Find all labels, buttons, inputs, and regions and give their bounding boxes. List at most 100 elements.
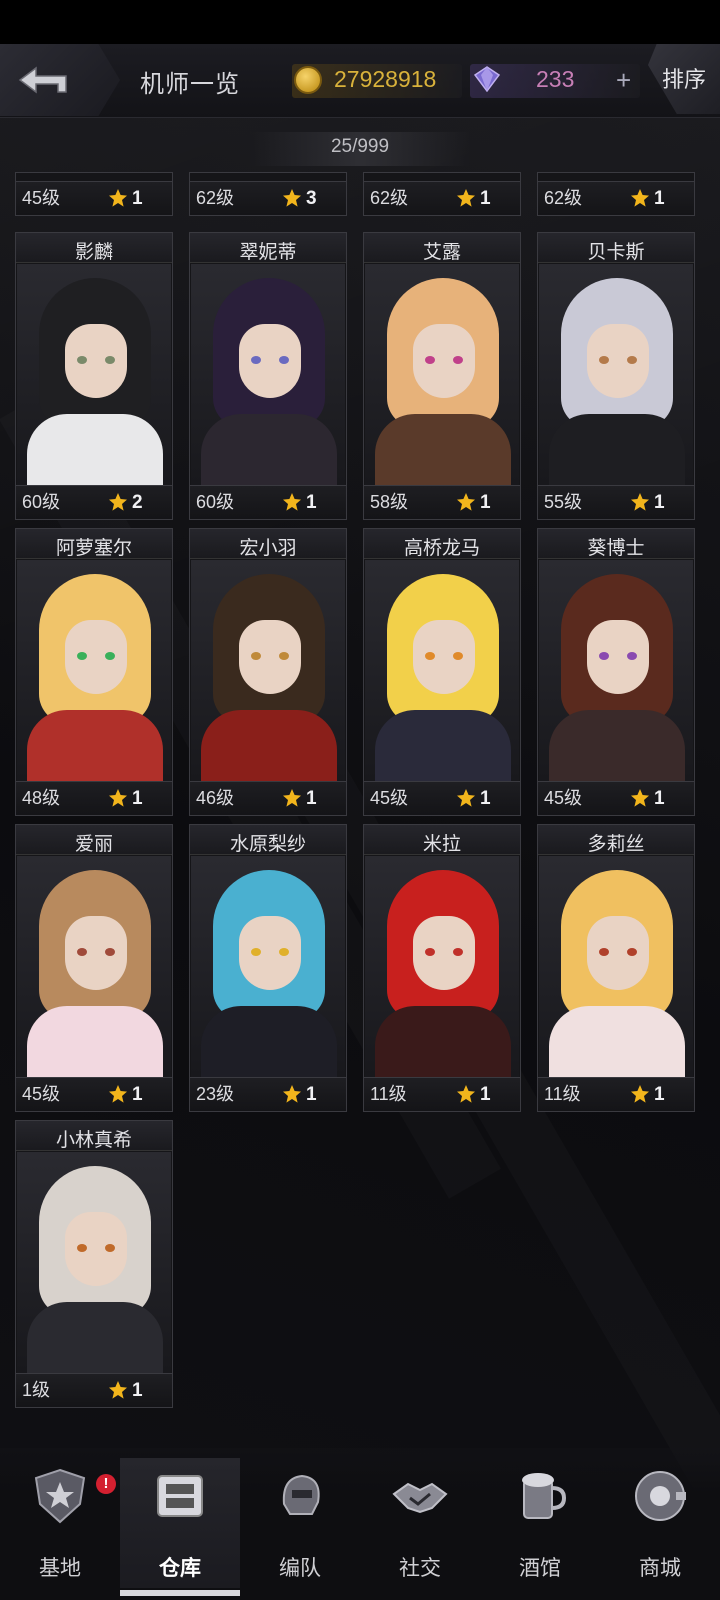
star-icon — [631, 189, 649, 207]
nav-tab-social[interactable]: 社交 — [360, 1458, 480, 1588]
pilot-stars: 1 — [480, 1084, 491, 1105]
pilot-name-bar: 宏小羽 — [190, 529, 346, 559]
pilot-stars: 1 — [132, 1084, 143, 1105]
star-icon — [109, 1085, 127, 1103]
pilot-name: 水原梨纱 — [229, 834, 306, 855]
pilot-name: 米拉 — [422, 834, 461, 855]
star-icon — [109, 1381, 127, 1399]
warehouse-icon — [148, 1464, 212, 1528]
pilot-card[interactable]: 葵博士 45级 1 — [537, 528, 695, 816]
star-icon — [109, 789, 127, 807]
pilot-card[interactable]: 阿萝塞尔 48级 1 — [15, 528, 173, 816]
nav-tab-label: 酒馆 — [519, 1557, 561, 1580]
nav-tab-label: 编队 — [279, 1557, 321, 1580]
pilot-level: 62级 — [196, 188, 235, 208]
pilot-portrait — [17, 856, 171, 1078]
pilot-card[interactable]: 爱丽 45级 1 — [15, 824, 173, 1112]
pilot-portrait — [539, 560, 693, 782]
star-icon — [283, 493, 301, 511]
pilot-level: 58级 — [370, 492, 409, 512]
pilot-name-bar: 米拉 — [364, 825, 520, 855]
star-icon — [457, 789, 475, 807]
squad-icon — [268, 1464, 332, 1528]
pilot-portrait — [365, 856, 519, 1078]
pilot-level: 48级 — [22, 788, 61, 808]
star-icon — [457, 493, 475, 511]
pilot-stars: 1 — [654, 1084, 665, 1105]
pilot-name: 爱丽 — [74, 834, 113, 855]
status-bar — [0, 0, 720, 44]
pilot-portrait — [191, 560, 345, 782]
star-icon — [631, 493, 649, 511]
star-icon — [457, 1085, 475, 1103]
star-icon — [283, 1085, 301, 1103]
roster-count: 25/999 — [330, 136, 390, 157]
social-icon — [388, 1464, 452, 1528]
star-icon — [283, 189, 301, 207]
pilot-stars: 1 — [654, 788, 665, 809]
tavern-icon — [508, 1464, 572, 1528]
pilot-portrait — [17, 264, 171, 486]
nav-tab-label: 基地 — [39, 1557, 81, 1580]
gem-icon — [474, 66, 500, 92]
nav-tab-tavern[interactable]: 酒馆 — [480, 1458, 600, 1588]
back-button[interactable] — [0, 44, 120, 116]
star-icon — [457, 189, 475, 207]
pilot-name: 小林真希 — [55, 1130, 132, 1151]
pilot-portrait — [365, 264, 519, 486]
pilot-portrait — [539, 264, 693, 486]
pilot-name: 多莉丝 — [587, 834, 645, 855]
pilot-name: 高桥龙马 — [403, 538, 480, 559]
pilot-card[interactable]: 宏小羽 46级 1 — [189, 528, 347, 816]
pilot-card[interactable]: 贝卡斯 55级 1 — [537, 232, 695, 520]
pilot-name: 葵博士 — [587, 538, 645, 559]
nav-tab-shop[interactable]: 商城 — [600, 1458, 720, 1588]
pilot-portrait — [191, 264, 345, 486]
pilot-level: 55级 — [544, 492, 583, 512]
add-gems-button[interactable]: + — [616, 66, 631, 94]
pilot-name-bar: 影麟 — [16, 233, 172, 263]
pilot-card[interactable]: 影麟 60级 2 — [15, 232, 173, 520]
notification-badge: ! — [96, 1474, 116, 1494]
pilot-name-bar: 爱丽 — [16, 825, 172, 855]
active-tab-indicator — [120, 1590, 240, 1596]
pilot-name-bar: 翠妮蒂 — [190, 233, 346, 263]
pilot-card-partial[interactable]: 62级 1 — [537, 172, 695, 216]
pilot-level: 45级 — [22, 1084, 61, 1104]
pilot-stars: 2 — [132, 492, 143, 513]
pilot-level: 60级 — [22, 492, 61, 512]
nav-tab-label: 仓库 — [159, 1557, 201, 1580]
pilot-card-partial[interactable]: 62级 3 — [189, 172, 347, 216]
pilot-name-bar: 艾露 — [364, 233, 520, 263]
sort-button-label[interactable]: 排序 — [662, 62, 706, 94]
pilot-stars: 1 — [132, 188, 143, 209]
pilot-card[interactable]: 米拉 11级 1 — [363, 824, 521, 1112]
pilot-level: 11级 — [370, 1084, 407, 1104]
pilot-name: 贝卡斯 — [587, 242, 645, 263]
nav-tab-label: 社交 — [399, 1557, 441, 1580]
nav-tab-squad[interactable]: 编队 — [240, 1458, 360, 1588]
pilot-card-partial[interactable]: 62级 1 — [363, 172, 521, 216]
pilot-level: 45级 — [544, 788, 583, 808]
nav-tab-label: 商城 — [639, 1557, 681, 1580]
nav-tab-warehouse[interactable]: 仓库 — [120, 1458, 240, 1588]
pilot-name-bar: 阿萝塞尔 — [16, 529, 172, 559]
pilot-stars: 1 — [480, 788, 491, 809]
coin-icon — [294, 66, 322, 94]
pilot-card[interactable]: 高桥龙马 45级 1 — [363, 528, 521, 816]
pilot-portrait — [191, 856, 345, 1078]
pilot-name-bar: 水原梨纱 — [190, 825, 346, 855]
coin-amount: 27928918 — [334, 66, 437, 92]
pilot-portrait — [365, 560, 519, 782]
pilot-card[interactable]: 艾露 58级 1 — [363, 232, 521, 520]
pilot-name: 影麟 — [74, 242, 113, 263]
pilot-card[interactable]: 多莉丝 11级 1 — [537, 824, 695, 1112]
pilot-card[interactable]: 水原梨纱 23级 1 — [189, 824, 347, 1112]
pilot-card[interactable]: 小林真希 1级 1 — [15, 1120, 173, 1408]
pilot-portrait — [539, 856, 693, 1078]
pilot-name-bar: 多莉丝 — [538, 825, 694, 855]
pilot-card[interactable]: 翠妮蒂 60级 1 — [189, 232, 347, 520]
star-icon — [283, 789, 301, 807]
pilot-card-partial[interactable]: 45级 1 — [15, 172, 173, 216]
pilot-name: 翠妮蒂 — [239, 242, 297, 263]
